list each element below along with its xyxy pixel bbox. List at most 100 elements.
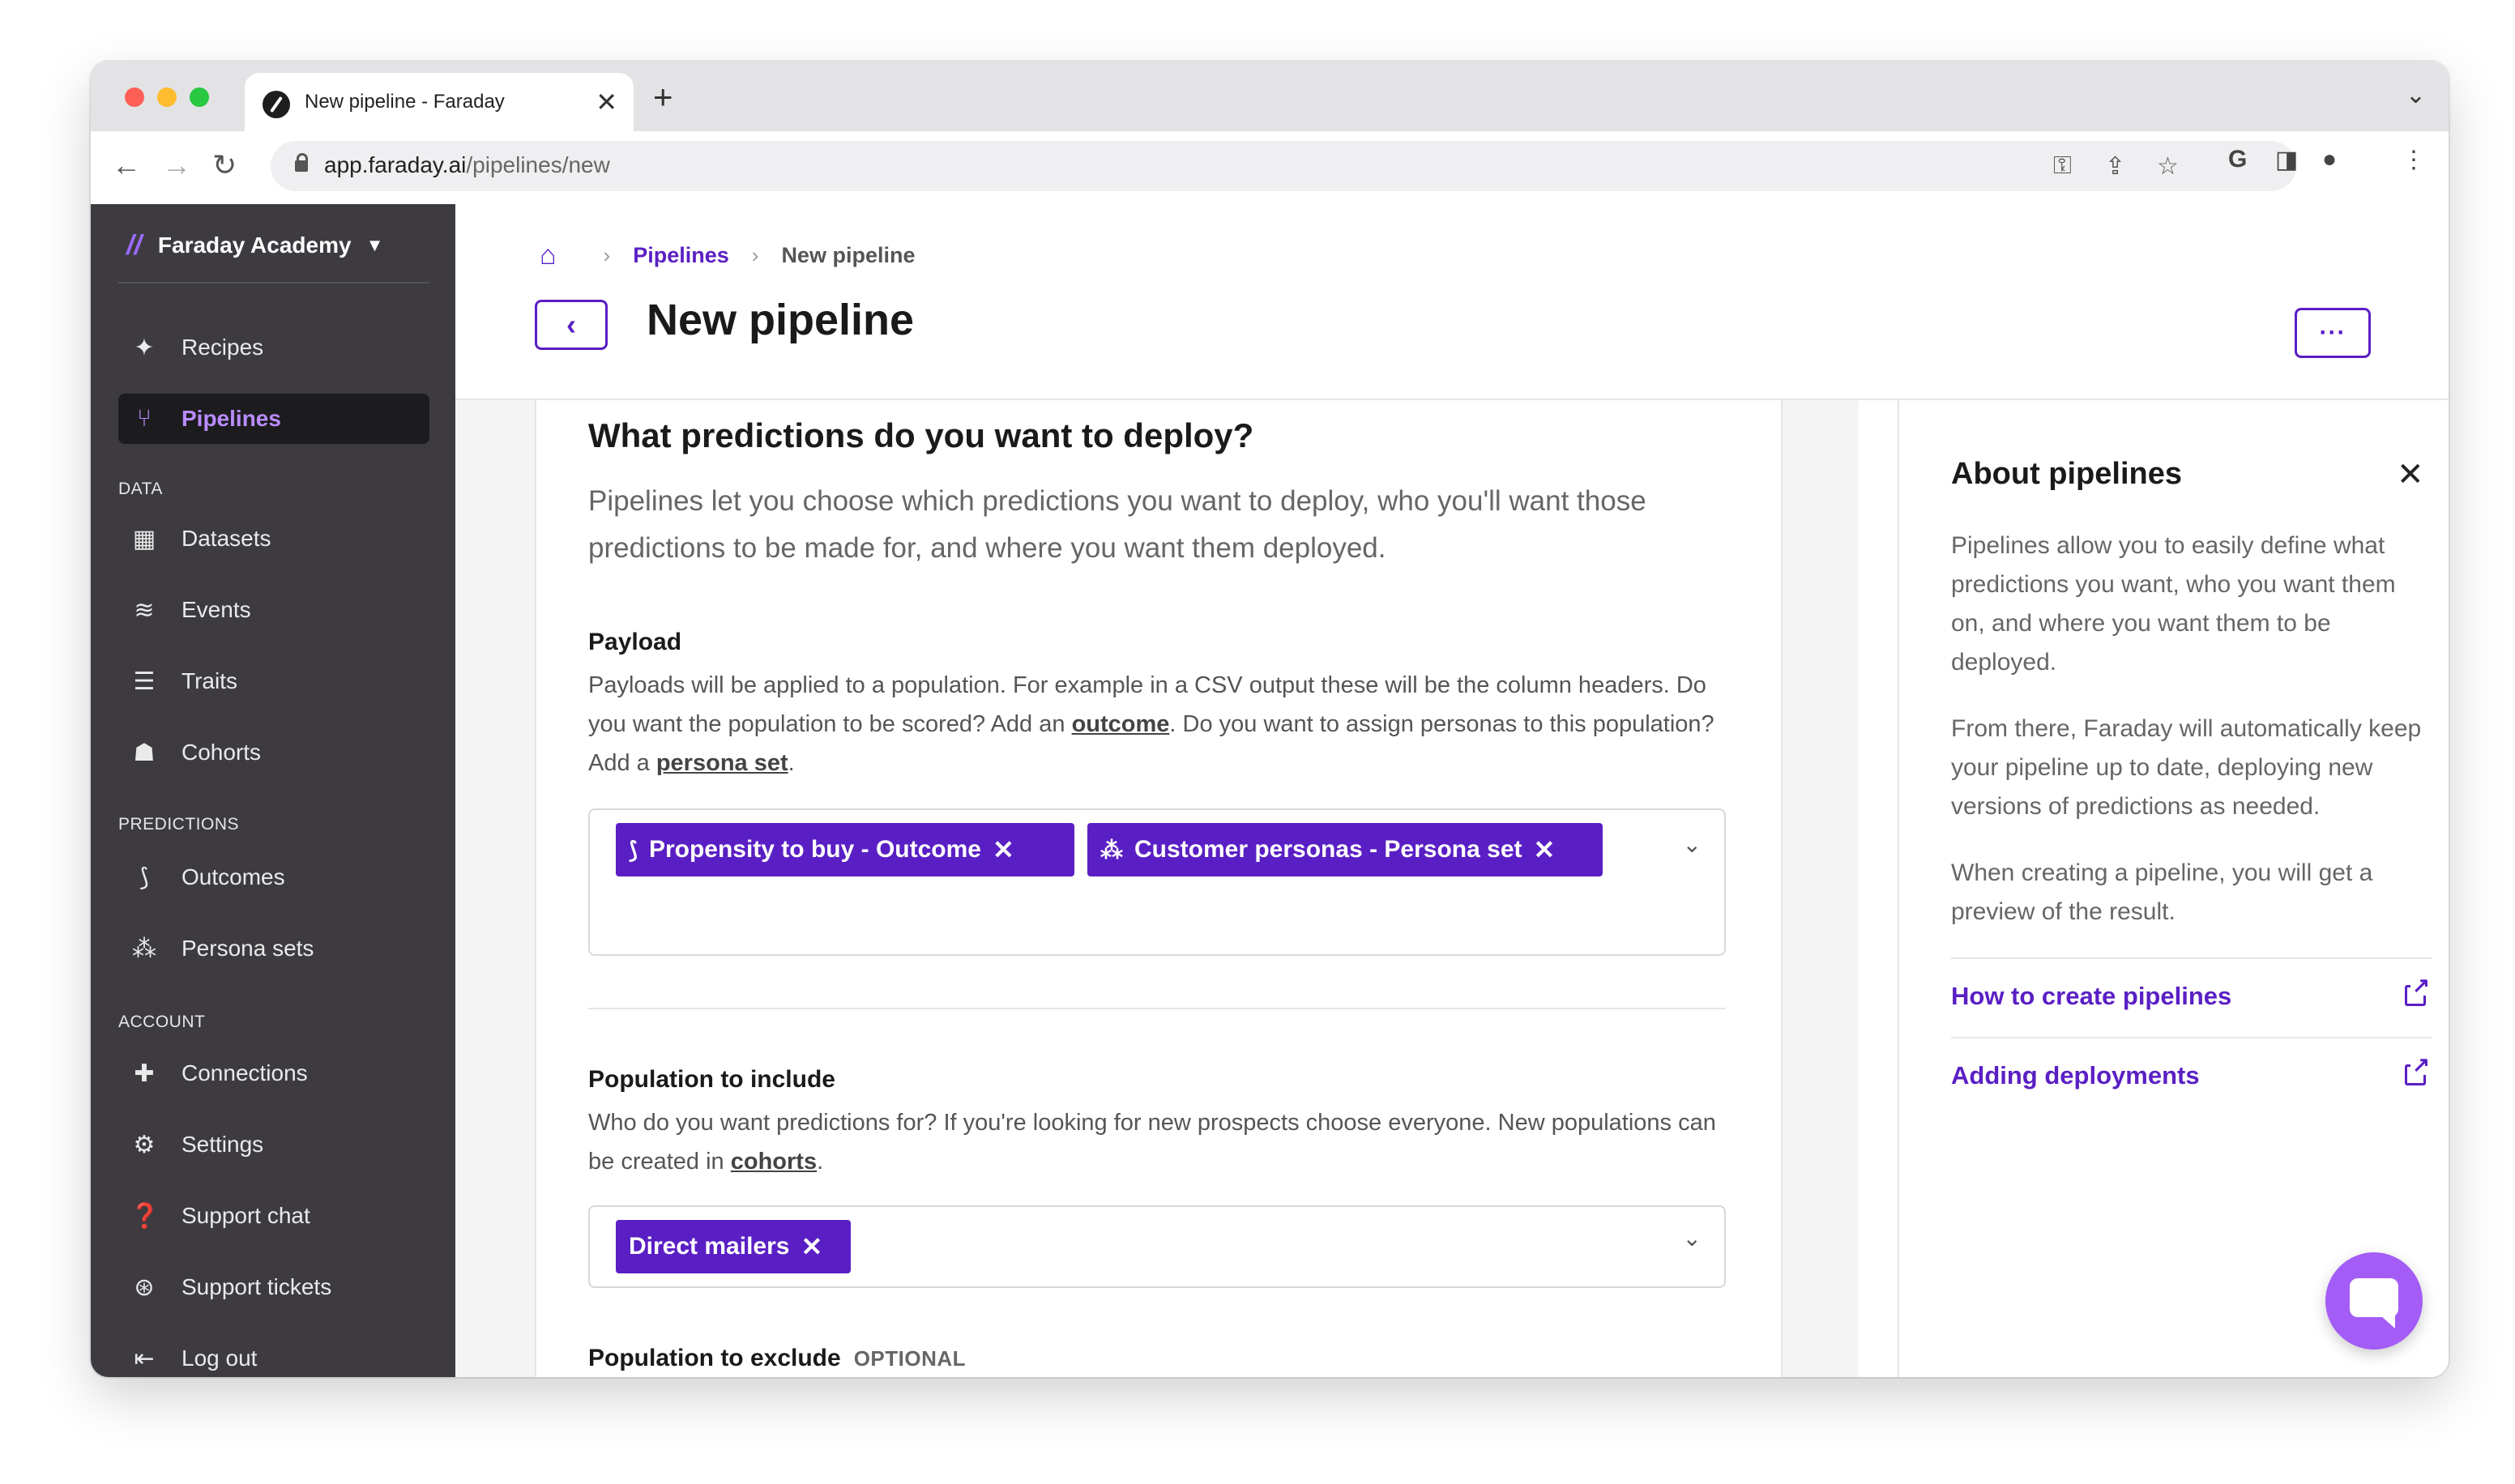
about-divider	[1951, 1037, 2432, 1038]
more-options-button[interactable]: ···	[2295, 308, 2371, 358]
sidebar-item-persona-sets[interactable]: ⁂ Persona sets	[118, 923, 429, 974]
sidebar-item-connections[interactable]: ✚ Connections	[118, 1048, 429, 1098]
remove-chip-icon[interactable]: ✕	[1534, 834, 1556, 865]
side-panel-icon[interactable]: ◨	[2275, 146, 2298, 174]
ellipsis-icon: ···	[2319, 319, 2346, 346]
org-switcher[interactable]: // Faraday Academy ▼	[126, 225, 383, 266]
section-label-account: ACCOUNT	[118, 1013, 206, 1031]
google-extension-icon[interactable]: G	[2228, 146, 2247, 173]
chat-bubble-icon	[2350, 1278, 2398, 1328]
maximize-window-button[interactable]	[190, 87, 209, 107]
external-link-icon[interactable]	[2405, 974, 2431, 1006]
magic-wand-icon: ✦	[134, 334, 155, 361]
about-paragraph-2: From there, Faraday will automatically k…	[1951, 715, 2422, 820]
browser-window: New pipeline - Faraday ✕ + ⌄ ← → ↻ app.f…	[91, 62, 2449, 1377]
sidebar: // Faraday Academy ▼ ✦ Recipes ⑂ Pipelin…	[91, 204, 455, 1377]
minimize-window-button[interactable]	[157, 87, 177, 107]
sidebar-item-support-chat[interactable]: ❓ Support chat	[118, 1191, 429, 1241]
main-content: ⌂ › Pipelines › New pipeline ‹ New pipel…	[455, 204, 2449, 1377]
payload-chip-persona-set: ⁂ Customer personas - Persona set ✕	[1087, 823, 1603, 876]
browser-tab[interactable]: New pipeline - Faraday ✕	[245, 73, 634, 131]
address-bar[interactable]: app.faraday.ai/pipelines/new ⚿ ⇪ ☆	[271, 141, 2296, 191]
caret-down-icon: ▼	[365, 235, 384, 255]
sidebar-item-recipes[interactable]: ✦ Recipes	[118, 322, 429, 373]
profile-icon[interactable]: ●	[2322, 146, 2337, 173]
about-divider	[1951, 957, 2432, 959]
section-label-predictions: PREDICTIONS	[118, 815, 240, 834]
remove-chip-icon[interactable]: ✕	[993, 834, 1014, 865]
tab-close-icon[interactable]: ✕	[596, 86, 617, 118]
page-title: New pipeline	[647, 296, 915, 344]
sidebar-item-support-tickets[interactable]: ⊛ Support tickets	[118, 1262, 429, 1312]
bookmark-star-icon[interactable]: ☆	[2157, 152, 2179, 181]
tab-strip: New pipeline - Faraday ✕ + ⌄	[91, 62, 2449, 131]
close-window-button[interactable]	[125, 87, 144, 107]
sidebar-item-log-out[interactable]: ⇤ Log out	[118, 1333, 429, 1377]
logout-icon: ⇤	[134, 1345, 155, 1372]
chat-widget-button[interactable]	[2325, 1252, 2423, 1350]
sidebar-item-settings[interactable]: ⚙ Settings	[118, 1119, 429, 1170]
payload-select[interactable]: ⟆ Propensity to buy - Outcome ✕ ⁂ Custom…	[588, 808, 1726, 956]
gear-icon: ⚙	[133, 1131, 156, 1158]
how-to-create-pipelines-link[interactable]: How to create pipelines	[1951, 982, 2231, 1011]
persona-icon: ⁂	[132, 935, 156, 962]
sidebar-item-datasets[interactable]: ▦ Datasets	[118, 514, 429, 564]
back-button[interactable]: ‹	[535, 300, 608, 350]
sidebar-item-outcomes[interactable]: ⟆ Outcomes	[118, 852, 429, 902]
sidebar-item-pipelines[interactable]: ⑂ Pipelines	[118, 394, 429, 444]
about-paragraph-3: When creating a pipeline, you will get a…	[1951, 859, 2373, 925]
payload-chip-outcome: ⟆ Propensity to buy - Outcome ✕	[616, 823, 1074, 876]
breadcrumb: ⌂ › Pipelines › New pipeline	[540, 240, 915, 271]
outcome-icon: ⟆	[139, 864, 149, 891]
about-paragraph-1: Pipelines allow you to easily define wha…	[1951, 532, 2396, 676]
back-arrow-icon[interactable]: ←	[112, 149, 141, 181]
breadcrumb-current: New pipeline	[781, 243, 916, 267]
optional-badge: OPTIONAL	[853, 1346, 967, 1371]
exclude-title: Population to exclude OPTIONAL	[588, 1345, 967, 1371]
org-name: Faraday Academy	[157, 232, 352, 258]
form-question-title: What predictions do you want to deploy?	[588, 416, 1254, 454]
lifebuoy-icon: ⊛	[134, 1273, 155, 1301]
outcome-link[interactable]: outcome	[1072, 711, 1170, 737]
key-icon[interactable]: ⚿	[2053, 152, 2072, 180]
browser-toolbar: ← → ↻ app.faraday.ai/pipelines/new ⚿ ⇪ ☆…	[91, 131, 2449, 206]
home-icon[interactable]: ⌂	[540, 240, 557, 271]
breadcrumb-pipelines-link[interactable]: Pipelines	[633, 243, 729, 268]
filter-icon: ☰	[133, 667, 156, 695]
chevron-left-icon: ‹	[566, 308, 576, 341]
include-title: Population to include	[588, 1066, 835, 1093]
sidebar-item-events[interactable]: ≋ Events	[118, 585, 429, 635]
remove-chip-icon[interactable]: ✕	[801, 1231, 822, 1262]
chevron-down-icon[interactable]: ⌄	[1683, 1225, 1702, 1252]
tab-search-chevron-icon[interactable]: ⌄	[2406, 81, 2426, 109]
lock-icon	[295, 153, 308, 172]
close-icon[interactable]: ✕	[2397, 457, 2424, 493]
form-card: What predictions do you want to deploy? …	[535, 400, 1783, 1377]
puzzle-icon: ✚	[134, 1060, 155, 1087]
reload-icon[interactable]: ↻	[212, 149, 237, 181]
persona-icon: ⁂	[1100, 837, 1123, 863]
faraday-favicon-icon	[263, 91, 290, 118]
tab-title: New pipeline - Faraday	[305, 91, 505, 113]
faraday-logo-icon: //	[126, 229, 142, 261]
forward-arrow-icon[interactable]: →	[162, 149, 191, 181]
adding-deployments-link[interactable]: Adding deployments	[1951, 1061, 2200, 1090]
persona-set-link[interactable]: persona set	[656, 750, 788, 776]
form-question-description: Pipelines let you choose which predictio…	[588, 485, 1646, 564]
pipeline-icon: ⑂	[137, 405, 152, 432]
outcome-icon: ⟆	[629, 837, 638, 863]
external-link-icon[interactable]	[2405, 1054, 2431, 1085]
chevron-down-icon[interactable]: ⌄	[1683, 831, 1702, 858]
help-chat-icon: ❓	[130, 1202, 160, 1230]
cohorts-link[interactable]: cohorts	[731, 1149, 817, 1175]
include-description: Who do you want predictions for? If you'…	[588, 1110, 1716, 1175]
include-select[interactable]: Direct mailers ✕ ⌄	[588, 1205, 1726, 1288]
sidebar-item-cohorts[interactable]: ☗ Cohorts	[118, 727, 429, 778]
grid-icon: ▦	[132, 525, 156, 552]
people-icon: ☗	[133, 739, 156, 766]
new-tab-button[interactable]: +	[653, 79, 673, 115]
kebab-menu-icon[interactable]: ⋮	[2402, 146, 2426, 174]
breadcrumb-separator-icon: ›	[603, 243, 611, 267]
sidebar-item-traits[interactable]: ☰ Traits	[118, 656, 429, 706]
share-icon[interactable]: ⇪	[2105, 152, 2125, 181]
